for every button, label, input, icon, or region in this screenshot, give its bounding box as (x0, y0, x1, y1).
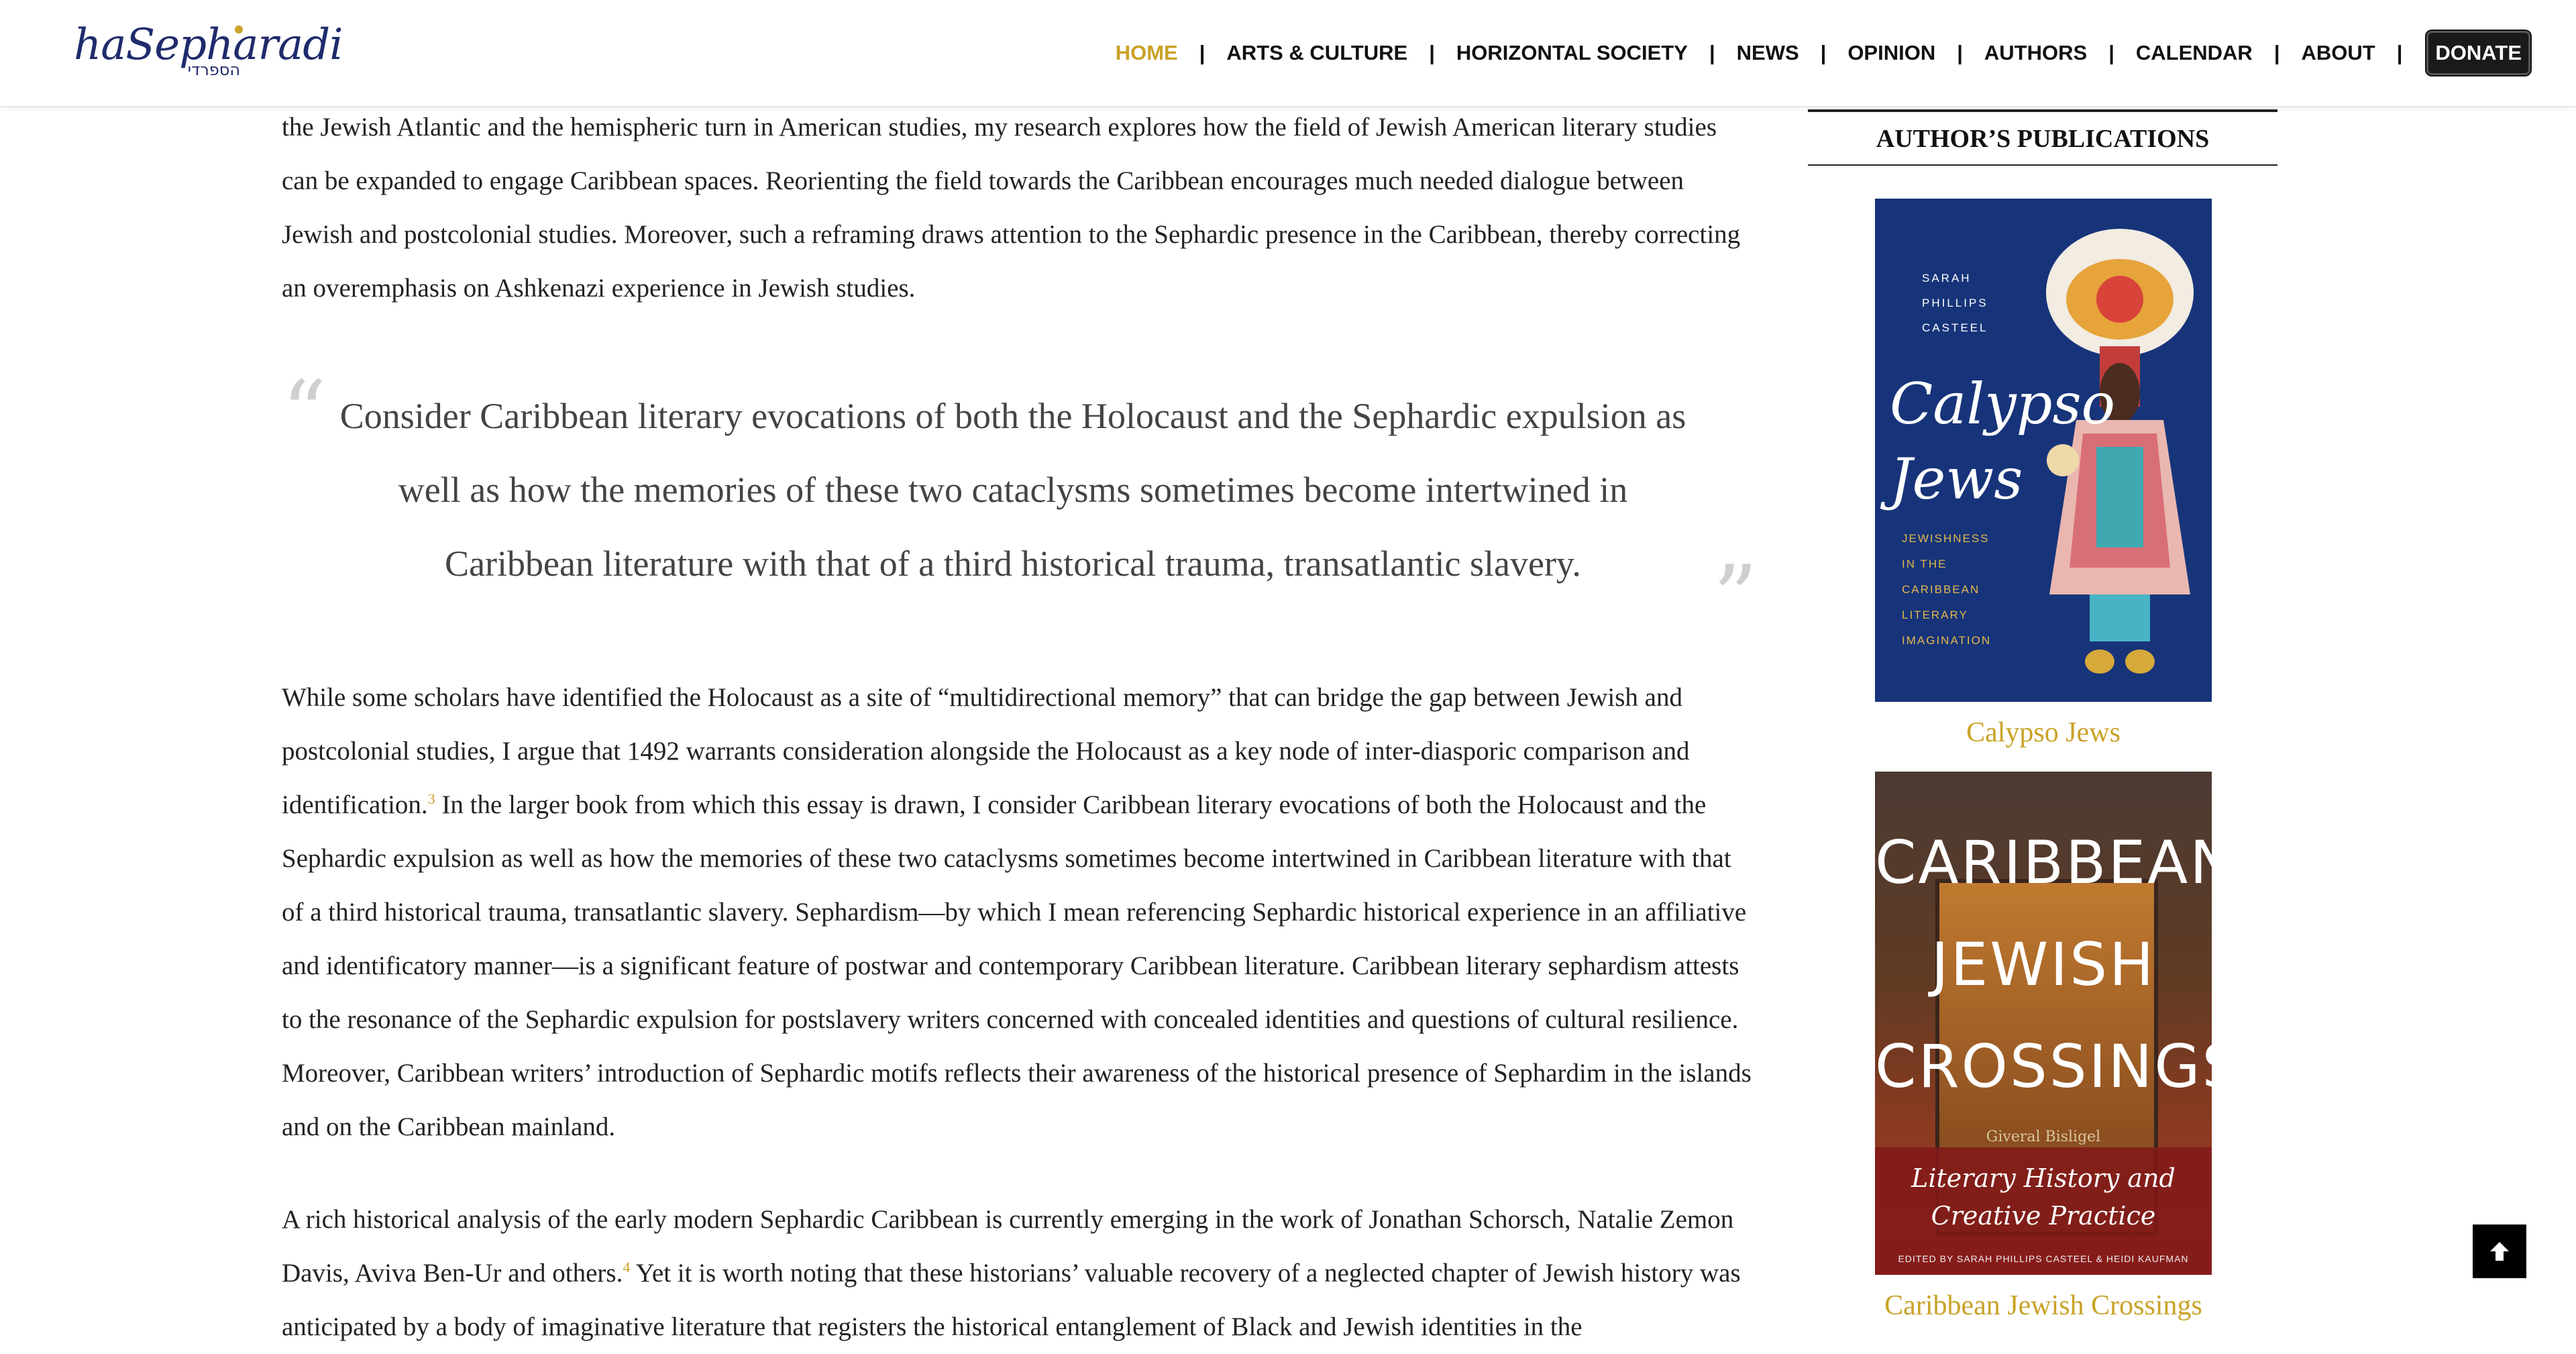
cover-subtitle-line: IN THE (1902, 558, 1947, 570)
book-calypso-jews[interactable]: SARAH PHILLIPS CASTEEL Calypso Jews JEWI… (1875, 199, 2212, 749)
nav-separator: | (1957, 41, 1963, 64)
cover-title-line: Jews (1890, 446, 2023, 512)
book-title-link[interactable]: Calypso Jews (1875, 717, 2212, 749)
cover-subtitle-line: CARIBBEAN (1902, 583, 1980, 596)
site-logo[interactable]: haSepharadi הספרדי (74, 20, 343, 81)
cover-subtitle-line: JEWISHNESS (1902, 532, 1990, 545)
nav-home[interactable]: HOME (1114, 41, 1179, 65)
footnote-3-link[interactable]: 3 (428, 790, 435, 807)
cover-title: Calypso Jews (1890, 366, 2115, 517)
article-paragraph-intro: the Jewish Atlantic and the hemispheric … (282, 113, 1741, 303)
cover-title: CARIBBEAN JEWISH CROSSINGS (1875, 812, 2212, 1118)
article-body: the Jewish Atlantic and the hemispheric … (282, 101, 1758, 1341)
footnote-4-link[interactable]: 4 (623, 1259, 630, 1275)
cover-small-text: Giveral Bisligel (1986, 1129, 2101, 1145)
nav-separator: | (2396, 41, 2403, 64)
cover-title-line: JEWISH (1931, 930, 2156, 999)
nav-opinion[interactable]: OPINION (1846, 41, 1937, 65)
nav-separator: | (2108, 41, 2114, 64)
open-quote-icon: “ (282, 362, 327, 464)
logo-hebrew: הספרדי (187, 60, 240, 79)
donate-button[interactable]: DONATE (2426, 31, 2530, 75)
book-title-link[interactable]: Caribbean Jewish Crossings (1875, 1290, 2212, 1322)
sidebar-title: AUTHOR’S PUBLICATIONS (1808, 109, 2277, 166)
cover-author-line: PHILLIPS (1922, 297, 1988, 309)
paragraph-2-text-b: In the larger book from which this essay… (282, 790, 1752, 1141)
nav-horizontal-society[interactable]: HORIZONTAL SOCIETY (1455, 41, 1689, 65)
nav-about[interactable]: ABOUT (2300, 41, 2377, 65)
cover-editors: EDITED BY SARAH PHILLIPS CASTEEL & HEIDI… (1898, 1253, 2189, 1264)
sidebar: AUTHOR’S PUBLICATIONS SARAH PHILLIPS CAS… (1808, 109, 2277, 1321)
cover-subtitle: JEWISHNESS IN THE CARIBBEAN LITERARY IMA… (1902, 526, 1991, 654)
logo-dot (235, 25, 243, 34)
nav-separator: | (1820, 41, 1827, 64)
cover-subtitle-line: Literary History and (1911, 1163, 2176, 1193)
arrow-up-icon (2490, 1242, 2509, 1261)
cover-author: SARAH PHILLIPS CASTEEL (1922, 266, 1988, 340)
article-paragraph-3: A rich historical analysis of the early … (282, 1193, 1758, 1354)
cover-author-line: SARAH (1922, 272, 1972, 284)
book-cover-caribbean-jewish-crossings[interactable]: CARIBBEAN JEWISH CROSSINGS Giveral Bisli… (1875, 772, 2212, 1275)
cover-title-line: CARIBBEAN (1875, 828, 2212, 897)
book-cover-calypso-jews[interactable]: SARAH PHILLIPS CASTEEL Calypso Jews JEWI… (1875, 199, 2212, 702)
cover-subtitle-line: LITERARY (1902, 609, 1968, 621)
nav-arts-culture[interactable]: ARTS & CULTURE (1225, 41, 1409, 65)
article-paragraph-2: While some scholars have identified the … (282, 671, 1758, 1154)
pull-quote: Consider Caribbean literary evocations o… (339, 396, 1686, 584)
cover-title-line: CROSSINGS (1875, 1032, 2212, 1101)
cover-subtitle-line: IMAGINATION (1902, 634, 1992, 647)
nav-separator: | (2273, 41, 2280, 64)
cover-subtitle: Literary History and Creative Practice (1875, 1159, 2212, 1235)
cover-title-line: Calypso (1890, 371, 2116, 437)
nav-separator: | (1429, 41, 1435, 64)
nav-authors[interactable]: AUTHORS (1983, 41, 2088, 65)
back-to-top-button[interactable] (2473, 1225, 2526, 1278)
cover-author-line: CASTEEL (1922, 321, 1988, 334)
main-nav: HOME | ARTS & CULTURE | HORIZONTAL SOCIE… (1114, 31, 2530, 75)
cover-subtitle-line: Creative Practice (1931, 1201, 2156, 1231)
close-quote-icon: ” (1713, 546, 1758, 648)
nav-news[interactable]: NEWS (1735, 41, 1801, 65)
nav-calendar[interactable]: CALENDAR (2135, 41, 2254, 65)
book-caribbean-jewish-crossings[interactable]: CARIBBEAN JEWISH CROSSINGS Giveral Bisli… (1875, 772, 2212, 1322)
nav-separator: | (1709, 41, 1715, 64)
site-header: haSepharadi הספרדי HOME | ARTS & CULTURE… (0, 0, 2576, 107)
nav-separator: | (1199, 41, 1205, 64)
